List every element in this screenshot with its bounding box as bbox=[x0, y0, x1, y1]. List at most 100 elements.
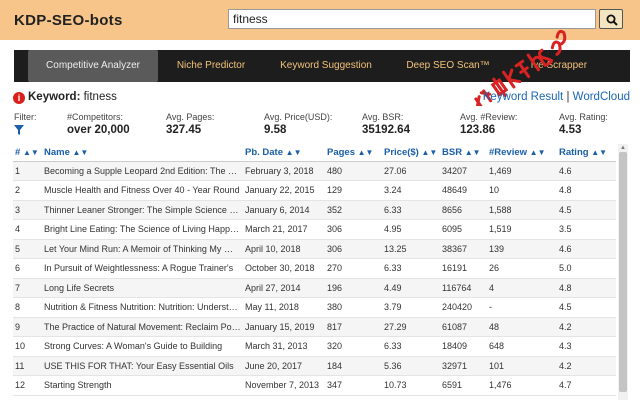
col-header-pb-date[interactable]: Pb. Date ▲▼ bbox=[243, 144, 325, 162]
table-row[interactable]: 9 The Practice of Natural Movement: Recla… bbox=[13, 317, 616, 337]
table-cell: 306 bbox=[325, 219, 382, 240]
avg-bsr-value: 35192.64 bbox=[362, 124, 410, 136]
table-cell: April 10, 2018 bbox=[243, 239, 325, 259]
col-header-pages[interactable]: Pages ▲▼ bbox=[325, 144, 382, 162]
table-cell: Muscle Health and Fitness Over 40 - Year… bbox=[42, 180, 243, 201]
wordcloud-link[interactable]: WordCloud bbox=[573, 91, 630, 103]
table-cell: Thinner Leaner Stronger: The Simple Scie… bbox=[42, 200, 243, 220]
avg-price-value: 9.58 bbox=[264, 124, 287, 136]
table-row[interactable]: 12 Starting Strength November 7, 2013 347 10… bbox=[13, 375, 616, 396]
table-cell: 5.36 bbox=[382, 356, 440, 376]
tab-niche-predictor[interactable]: Niche Predictor bbox=[166, 50, 256, 82]
link-separator: | bbox=[566, 91, 570, 103]
keyword-row: i Keyword: fitness bbox=[13, 91, 117, 104]
col-header-name[interactable]: Name ▲▼ bbox=[42, 144, 243, 162]
table-cell: 116764 bbox=[440, 278, 487, 298]
table-cell: 10.73 bbox=[382, 375, 440, 396]
table-cell: 5 bbox=[13, 239, 42, 259]
table-cell: 352 bbox=[325, 200, 382, 220]
col-header-index[interactable]: # ▲▼ bbox=[13, 144, 42, 162]
table-cell: 4.95 bbox=[382, 219, 440, 240]
table-cell: 270 bbox=[325, 258, 382, 279]
table-cell: March 21, 2017 bbox=[243, 219, 325, 240]
table-cell: 7 bbox=[13, 278, 42, 298]
table-cell: 38367 bbox=[440, 239, 487, 259]
table-cell: 34207 bbox=[440, 161, 487, 181]
table-cell: 196 bbox=[325, 278, 382, 298]
keyword-value: fitness bbox=[83, 91, 117, 103]
scroll-up-arrow-icon[interactable]: ▲ bbox=[620, 145, 626, 151]
table-header-row: # ▲▼ Name ▲▼ Pb. Date ▲▼ Pages ▲▼ Price(… bbox=[13, 144, 616, 162]
table-scrollbar[interactable]: ▲ bbox=[618, 144, 628, 400]
table-cell: 10 bbox=[13, 336, 42, 357]
app-header: KDP-SEO-bots bbox=[0, 0, 640, 40]
table-cell: 3.5 bbox=[557, 219, 616, 240]
search-input[interactable] bbox=[228, 9, 596, 29]
col-header-rating[interactable]: Rating ▲▼ bbox=[557, 144, 616, 162]
table-row[interactable]: 1 Becoming a Supple Leopard 2nd Edition: … bbox=[13, 161, 616, 181]
results-table-wrap: # ▲▼ Name ▲▼ Pb. Date ▲▼ Pages ▲▼ Price(… bbox=[13, 144, 616, 400]
table-cell: Nutrition & Fitness Nutrition: Nutrition… bbox=[42, 297, 243, 318]
table-cell: 48649 bbox=[440, 180, 487, 201]
table-row[interactable]: 8 Nutrition & Fitness Nutrition: Nutritio… bbox=[13, 297, 616, 318]
table-cell: 1,476 bbox=[487, 375, 557, 396]
tab-keyword-suggestion[interactable]: Keyword Suggestion bbox=[268, 50, 384, 82]
table-row[interactable]: 10 Strong Curves: A Woman's Guide to Buil… bbox=[13, 336, 616, 357]
table-cell: October 30, 2018 bbox=[243, 258, 325, 279]
table-cell: 4 bbox=[487, 278, 557, 298]
competitors-value: over 20,000 bbox=[67, 124, 130, 136]
table-cell: February 3, 2018 bbox=[243, 161, 325, 181]
table-cell: 4.2 bbox=[557, 317, 616, 337]
table-row[interactable]: 5 Let Your Mind Run: A Memoir of Thinking… bbox=[13, 239, 616, 259]
table-cell: 817 bbox=[325, 317, 382, 337]
table-cell: 320 bbox=[325, 336, 382, 357]
table-cell: USE THIS FOR THAT: Your Easy Essential O… bbox=[42, 356, 243, 376]
keyword-label: Keyword: bbox=[28, 91, 81, 103]
col-header-price[interactable]: Price($) ▲▼ bbox=[382, 144, 440, 162]
table-cell: 32971 bbox=[440, 356, 487, 376]
table-cell: 380 bbox=[325, 297, 382, 318]
table-cell: 4.6 bbox=[557, 161, 616, 181]
tab-deep-seo-scan[interactable]: Deep SEO Scan™ bbox=[396, 50, 500, 82]
table-cell: 2 bbox=[13, 180, 42, 201]
avg-rating-label: Avg. Rating: bbox=[559, 112, 608, 122]
table-row[interactable]: 4 Bright Line Eating: The Science of Livi… bbox=[13, 219, 616, 240]
table-cell: January 22, 2015 bbox=[243, 180, 325, 201]
table-cell: 4.6 bbox=[557, 239, 616, 259]
table-cell: 1,519 bbox=[487, 219, 557, 240]
table-cell: 27.29 bbox=[382, 317, 440, 337]
avg-pages-label: Avg. Pages: bbox=[166, 112, 215, 122]
table-cell: 4.8 bbox=[557, 180, 616, 201]
filter-icon[interactable] bbox=[14, 125, 24, 135]
scroll-thumb[interactable] bbox=[619, 152, 627, 392]
table-cell: - bbox=[487, 297, 557, 318]
keyword-result-link[interactable]: Keyword Result bbox=[483, 91, 564, 103]
result-links: Keyword Result | WordCloud bbox=[483, 91, 630, 103]
col-header-review[interactable]: #Review ▲▼ bbox=[487, 144, 557, 162]
table-cell: 3 bbox=[13, 200, 42, 220]
table-cell: 6 bbox=[13, 258, 42, 279]
tab-competitive-analyzer[interactable]: Competitive Analyzer bbox=[28, 50, 158, 82]
info-icon: i bbox=[13, 92, 25, 104]
table-cell: 184 bbox=[325, 356, 382, 376]
table-cell: January 6, 2014 bbox=[243, 200, 325, 220]
table-cell: 6095 bbox=[440, 219, 487, 240]
table-cell: 6591 bbox=[440, 375, 487, 396]
tab-scrapper[interactable]: ive Scrapper bbox=[514, 50, 604, 82]
table-cell: 4.7 bbox=[557, 375, 616, 396]
competitors-label: #Competitors: bbox=[67, 112, 124, 122]
table-row[interactable]: 7 Long Life Secrets April 27, 2014 196 4.49 1… bbox=[13, 278, 616, 298]
table-cell: 12 bbox=[13, 375, 42, 396]
table-cell: The Practice of Natural Movement: Reclai… bbox=[42, 317, 243, 337]
table-row[interactable]: 6 In Pursuit of Weightlessness: A Rogue T… bbox=[13, 258, 616, 279]
filter-label: Filter: bbox=[14, 112, 37, 122]
col-header-bsr[interactable]: BSR ▲▼ bbox=[440, 144, 487, 162]
search-button[interactable] bbox=[599, 9, 623, 29]
table-cell: Starting Strength bbox=[42, 375, 243, 396]
avg-rating-value: 4.53 bbox=[559, 124, 582, 136]
table-cell: 4.3 bbox=[557, 336, 616, 357]
table-row[interactable]: 3 Thinner Leaner Stronger: The Simple Sci… bbox=[13, 200, 616, 220]
table-row[interactable]: 2 Muscle Health and Fitness Over 40 - Yea… bbox=[13, 180, 616, 201]
table-row[interactable]: 11 USE THIS FOR THAT: Your Easy Essential… bbox=[13, 356, 616, 376]
table-cell: Bright Line Eating: The Science of Livin… bbox=[42, 219, 243, 240]
